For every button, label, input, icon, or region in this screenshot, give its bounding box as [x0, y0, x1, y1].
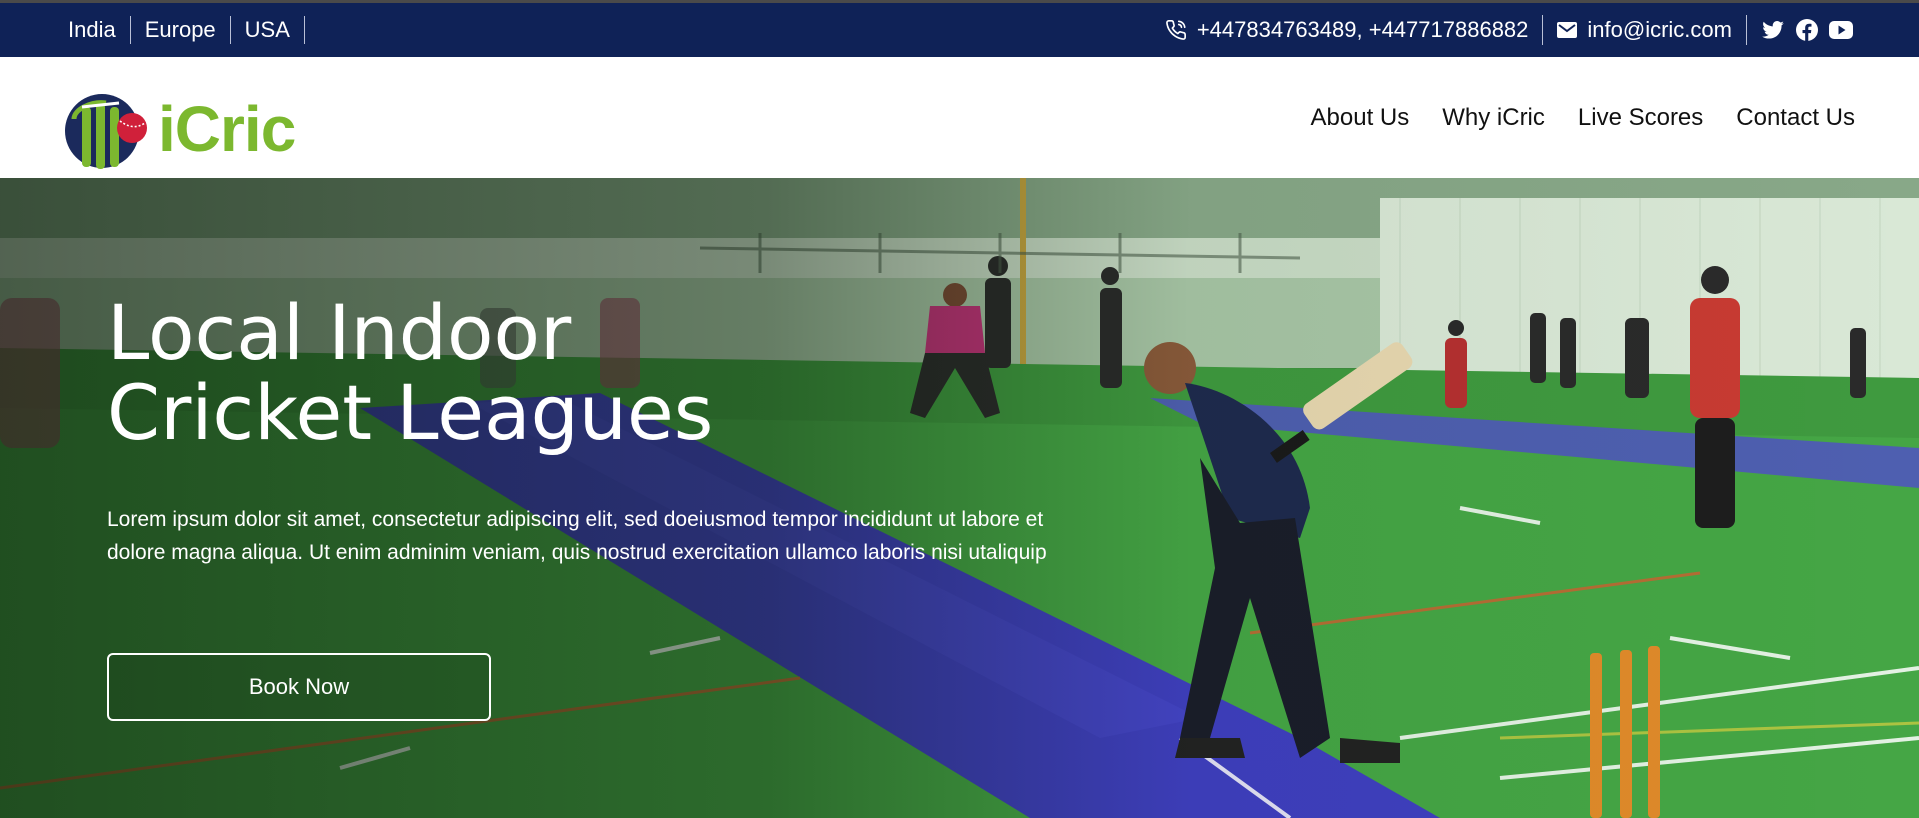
phone-numbers[interactable]: +447834763489, +447717886882: [1197, 17, 1529, 43]
top-utility-bar: India Europe USA +447834763489, +4477178…: [0, 3, 1919, 57]
hero-description: Lorem ipsum dolor sit amet, consectetur …: [107, 508, 1047, 564]
nav-about-us[interactable]: About Us: [1311, 104, 1410, 132]
hero-section: Local Indoor Cricket Leagues Lorem ipsum…: [0, 178, 1919, 818]
book-now-button[interactable]: Book Now: [107, 653, 491, 721]
main-navbar: iCric About Us Why iCric Live Scores Con…: [0, 57, 1919, 178]
hero-title: Local Indoor Cricket Leagues: [107, 293, 827, 453]
twitter-icon[interactable]: [1761, 18, 1785, 42]
social-links: [1761, 18, 1853, 42]
region-link-europe[interactable]: Europe: [131, 16, 231, 44]
mail-icon: [1557, 22, 1578, 38]
site-logo[interactable]: iCric: [62, 83, 296, 175]
facebook-icon[interactable]: [1795, 18, 1819, 42]
hero-title-line-1: Local Indoor: [107, 288, 572, 377]
logo-text: iCric: [158, 93, 296, 165]
region-link-india[interactable]: India: [68, 16, 131, 44]
nav-why-icric[interactable]: Why iCric: [1442, 104, 1545, 132]
phone-contact[interactable]: +447834763489, +447717886882: [1165, 17, 1529, 43]
hero-title-line-2: Cricket Leagues: [107, 368, 714, 457]
email-contact[interactable]: info@icric.com: [1557, 17, 1732, 43]
nav-live-scores[interactable]: Live Scores: [1578, 104, 1703, 132]
youtube-icon[interactable]: [1829, 18, 1853, 42]
divider: [1746, 15, 1747, 45]
cricket-stumps-logo-icon: [65, 94, 147, 169]
email-address[interactable]: info@icric.com: [1587, 17, 1732, 43]
hero-overlay: [0, 178, 1919, 818]
nav-contact-us[interactable]: Contact Us: [1736, 104, 1855, 132]
region-selector: India Europe USA: [68, 3, 305, 57]
divider: [1542, 15, 1544, 45]
phone-icon: [1165, 20, 1186, 40]
primary-nav: About Us Why iCric Live Scores Contact U…: [1311, 57, 1855, 178]
contact-info: +447834763489, +447717886882 info@icric.…: [1165, 3, 1853, 57]
region-link-usa[interactable]: USA: [231, 16, 305, 44]
